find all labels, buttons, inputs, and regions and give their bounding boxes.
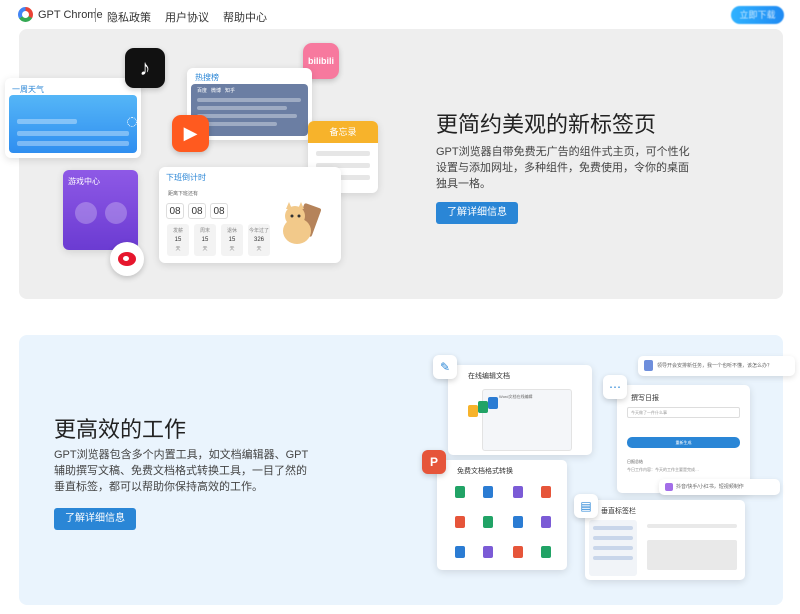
word-file-icon [488,397,498,409]
weather-widget-label: 一周天气 [12,85,44,94]
report-title: 日报总结 [627,459,643,464]
edit-icon: ✎ [433,355,457,379]
doc-editor-card: 在线编辑文档 Word文档在线编辑 [448,365,592,455]
countdown-stat: 今年过了 326 天 [248,224,270,256]
countdown-hours: 08 [166,203,184,219]
nav-user-agreement[interactable]: 用户协议 [165,9,209,25]
chrome-logo-icon [18,7,33,22]
work-description: GPT浏览器包含多个内置工具，如文档编辑器、GPT辅助撰写文稿、免费文档格式转换… [54,449,309,493]
gpt-writer-card: 撰写日报 今天做了一件什么事 重新生成 日报总结 今日工作内容：今天的工作主要是… [617,385,750,493]
weather-widget-body [9,95,137,153]
countdown-stat: 周末 15 天 [194,224,216,256]
vertical-tabs-label: 垂直标签栏 [601,508,636,515]
page: GPT Chrome 隐私政策 用户协议 帮助中心 立即下载 一周天气 ♪ bi… [0,0,800,614]
report-content: 今日工作内容：今天的工作主要是完成… [627,467,699,472]
game-center-label: 游戏中心 [68,177,100,186]
regenerate-button[interactable]: 重新生成 [627,437,740,448]
countdown-stat: 发薪 15 天 [167,224,189,256]
excel-file-icon [478,401,488,413]
countdown-seconds: 08 [210,203,228,219]
hot-list-label: 热搜榜 [195,73,219,82]
file-icon [468,405,478,417]
gpt-writer-label: 撰写日报 [631,395,659,402]
format-convert-label: 免费文档格式转换 [457,468,513,475]
powerpoint-icon: P [422,450,446,474]
format-convert-card: 免费文档格式转换 [437,460,567,570]
app-logo[interactable]: GPT Chrome [18,7,103,22]
doc-file-name: Word文档在线编辑 [499,394,533,399]
work-title: 更高效的工作 [54,417,187,442]
top-header: GPT Chrome 隐私政策 用户协议 帮助中心 立即下载 [0,0,800,30]
countdown-sub: 距离下班还有 [168,191,199,197]
gpt-writer-input[interactable]: 今天做了一件什么事 [627,407,740,418]
sun-icon [127,117,137,127]
newtab-learn-more-button[interactable]: 了解详细信息 [436,202,518,224]
game-center-widget: 游戏中心 [63,170,138,250]
kuaishou-icon: ▶ [172,115,209,152]
nav-help-center[interactable]: 帮助中心 [223,9,267,25]
countdown-stat: 退休 15 天 [221,224,243,256]
weather-widget: 一周天气 [5,78,141,158]
work-learn-more-button[interactable]: 了解详细信息 [54,508,136,530]
hot-list-tab: 百度 [197,88,208,94]
doc-editor-label: 在线编辑文档 [468,373,510,380]
chat-bubble-question: 领导开会安排新任务，我一个也听不懂，该怎么办？ [638,356,795,376]
hot-list-tab: 知乎 [225,88,236,94]
user-avatar [644,360,653,372]
chat-icon: ⋯ [603,375,627,399]
weibo-icon [110,242,144,276]
countdown-label: 下班倒计时 [166,173,206,182]
video-icon [665,482,673,491]
hot-list-tabs: 百度 微博 知乎 [197,87,235,94]
header-nav: 隐私政策 用户协议 帮助中心 [107,9,267,25]
tabs-icon: ▤ [574,494,598,518]
chat-bubble-video: 抖音/快手/小红书，短视频制作 [659,479,780,495]
cat-mascot-icon [283,202,321,244]
hot-list-tab: 微博 [211,88,222,94]
logo-text: GPT Chrome [38,8,103,21]
countdown-widget: 下班倒计时 距离下班还有 08 08 08 发薪 15 天 周末 15 天 退休… [159,167,341,263]
tiktok-icon: ♪ [125,48,165,88]
vertical-tabs-card: 垂直标签栏 [585,500,745,580]
countdown-minutes: 08 [188,203,206,219]
memo-label: 备忘录 [308,121,378,143]
header-divider [95,8,96,22]
newtab-description: GPT浏览器自带免费无广告的组件式主页，可个性化设置与添加网址，多种组件，免费使… [436,146,690,190]
nav-privacy[interactable]: 隐私政策 [107,9,151,25]
download-button[interactable]: 立即下载 [731,6,784,24]
newtab-title: 更简约美观的新标签页 [436,112,657,137]
